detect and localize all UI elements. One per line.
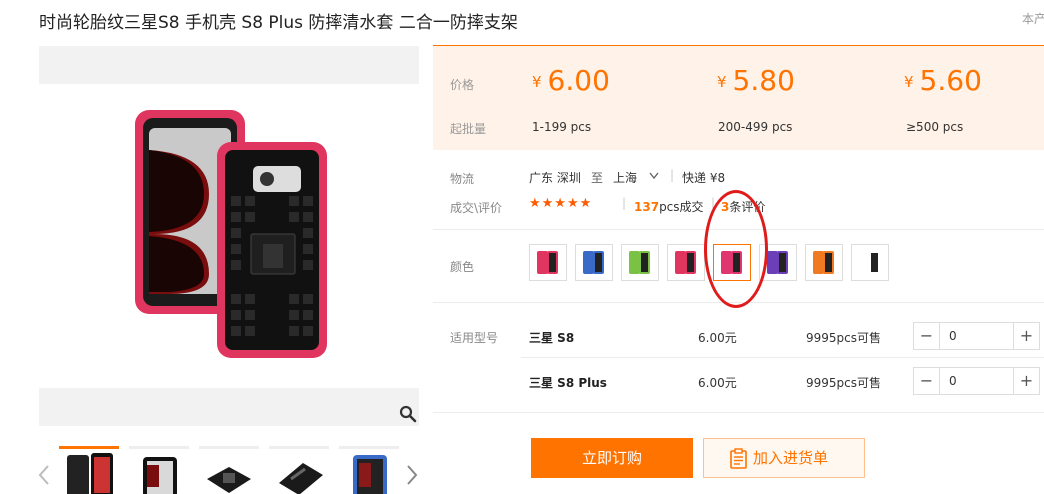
price-tier-1: ¥6.00 — [532, 64, 610, 97]
separator — [433, 302, 1044, 303]
gallery-bottom-bar — [39, 388, 419, 426]
color-swatch[interactable] — [759, 244, 797, 281]
model-price: 6.00元 — [698, 376, 737, 390]
corner-text: 本产 — [1022, 12, 1044, 26]
zoom-icon[interactable] — [399, 405, 417, 423]
color-label: 颜色 — [450, 260, 475, 274]
color-swatch[interactable] — [851, 244, 889, 281]
deals-count[interactable]: 137pcs成交 — [634, 198, 704, 215]
gallery-top-bar — [39, 46, 419, 84]
phone-case-icon — [869, 251, 880, 274]
buy-now-button[interactable]: 立即订购 — [531, 438, 693, 478]
model-stock: 9995pcs可售 — [806, 376, 882, 390]
phone-case-illustration — [135, 110, 327, 358]
price-label: 价格 — [450, 78, 475, 92]
divider: | — [670, 168, 675, 182]
phone-case-icon — [685, 251, 696, 274]
thumbnail-strip — [39, 446, 419, 494]
increment-button[interactable]: + — [1013, 368, 1039, 394]
moq-label: 起批量 — [450, 122, 487, 136]
color-swatch[interactable] — [575, 244, 613, 281]
decrement-button[interactable]: − — [914, 323, 940, 349]
separator — [433, 229, 1044, 230]
ship-to-word: 至 — [591, 171, 604, 185]
review-count[interactable]: 3条评价 — [721, 198, 765, 215]
phone-case-icon — [777, 251, 788, 274]
divider: | — [622, 196, 627, 210]
thumbnail[interactable] — [199, 446, 259, 494]
product-title: 时尚轮胎纹三星S8 手机壳 S8 Plus 防摔清水套 二合一防摔支架 — [39, 13, 518, 33]
price-band: 价格 起批量 ¥6.00 1-199 pcs ¥5.80 200-499 pcs… — [433, 45, 1044, 150]
quantity-input[interactable] — [941, 368, 1013, 394]
model-stock: 9995pcs可售 — [806, 331, 882, 345]
phone-case-icon — [547, 251, 558, 274]
quantity-stepper: − + — [913, 367, 1040, 395]
chevron-down-icon[interactable] — [649, 172, 659, 180]
phone-case-icon — [823, 251, 834, 274]
model-price: 6.00元 — [698, 331, 737, 345]
separator — [433, 412, 1044, 413]
quantity-stepper: − + — [913, 322, 1040, 350]
decrement-button[interactable]: − — [914, 368, 940, 394]
price-tier-1-range: 1-199 pcs — [532, 120, 592, 134]
quantity-input[interactable] — [941, 323, 1013, 349]
price-tier-3-range: ≥500 pcs — [906, 120, 964, 134]
color-swatch[interactable] — [713, 244, 751, 281]
phone-case-icon — [639, 251, 650, 274]
thumbnail[interactable] — [269, 446, 329, 494]
thumbnail[interactable] — [339, 446, 399, 494]
color-swatch[interactable] — [667, 244, 705, 281]
divider: | — [711, 196, 716, 210]
shipping-fee: 快递 ¥8 — [682, 171, 726, 185]
color-swatch[interactable] — [529, 244, 567, 281]
price-tier-2: ¥5.80 — [717, 64, 795, 97]
rating-stars: ★★★★★ — [529, 196, 593, 211]
ship-from: 广东 深圳 — [529, 171, 581, 185]
increment-button[interactable]: + — [1013, 323, 1039, 349]
separator — [521, 357, 1044, 358]
clipboard-icon — [730, 448, 747, 469]
model-name: 三星 S8 Plus — [529, 376, 607, 390]
model-name: 三星 S8 — [529, 331, 575, 345]
main-product-image[interactable] — [39, 84, 419, 388]
thumbnail[interactable] — [59, 446, 119, 494]
models-label: 适用型号 — [450, 331, 499, 345]
price-tier-2-range: 200-499 pcs — [718, 120, 793, 134]
logistics-label: 物流 — [450, 172, 475, 186]
add-to-cart-button[interactable]: 加入进货单 — [703, 438, 865, 478]
price-tier-3: ¥5.60 — [904, 64, 982, 97]
reviews-label: 成交\评价 — [450, 201, 503, 215]
phone-case-icon — [731, 251, 742, 274]
thumbnail[interactable] — [129, 446, 189, 494]
color-swatch[interactable] — [621, 244, 659, 281]
ship-to-select[interactable]: 上海 — [613, 169, 637, 186]
color-swatch[interactable] — [805, 244, 843, 281]
phone-case-icon — [593, 251, 604, 274]
